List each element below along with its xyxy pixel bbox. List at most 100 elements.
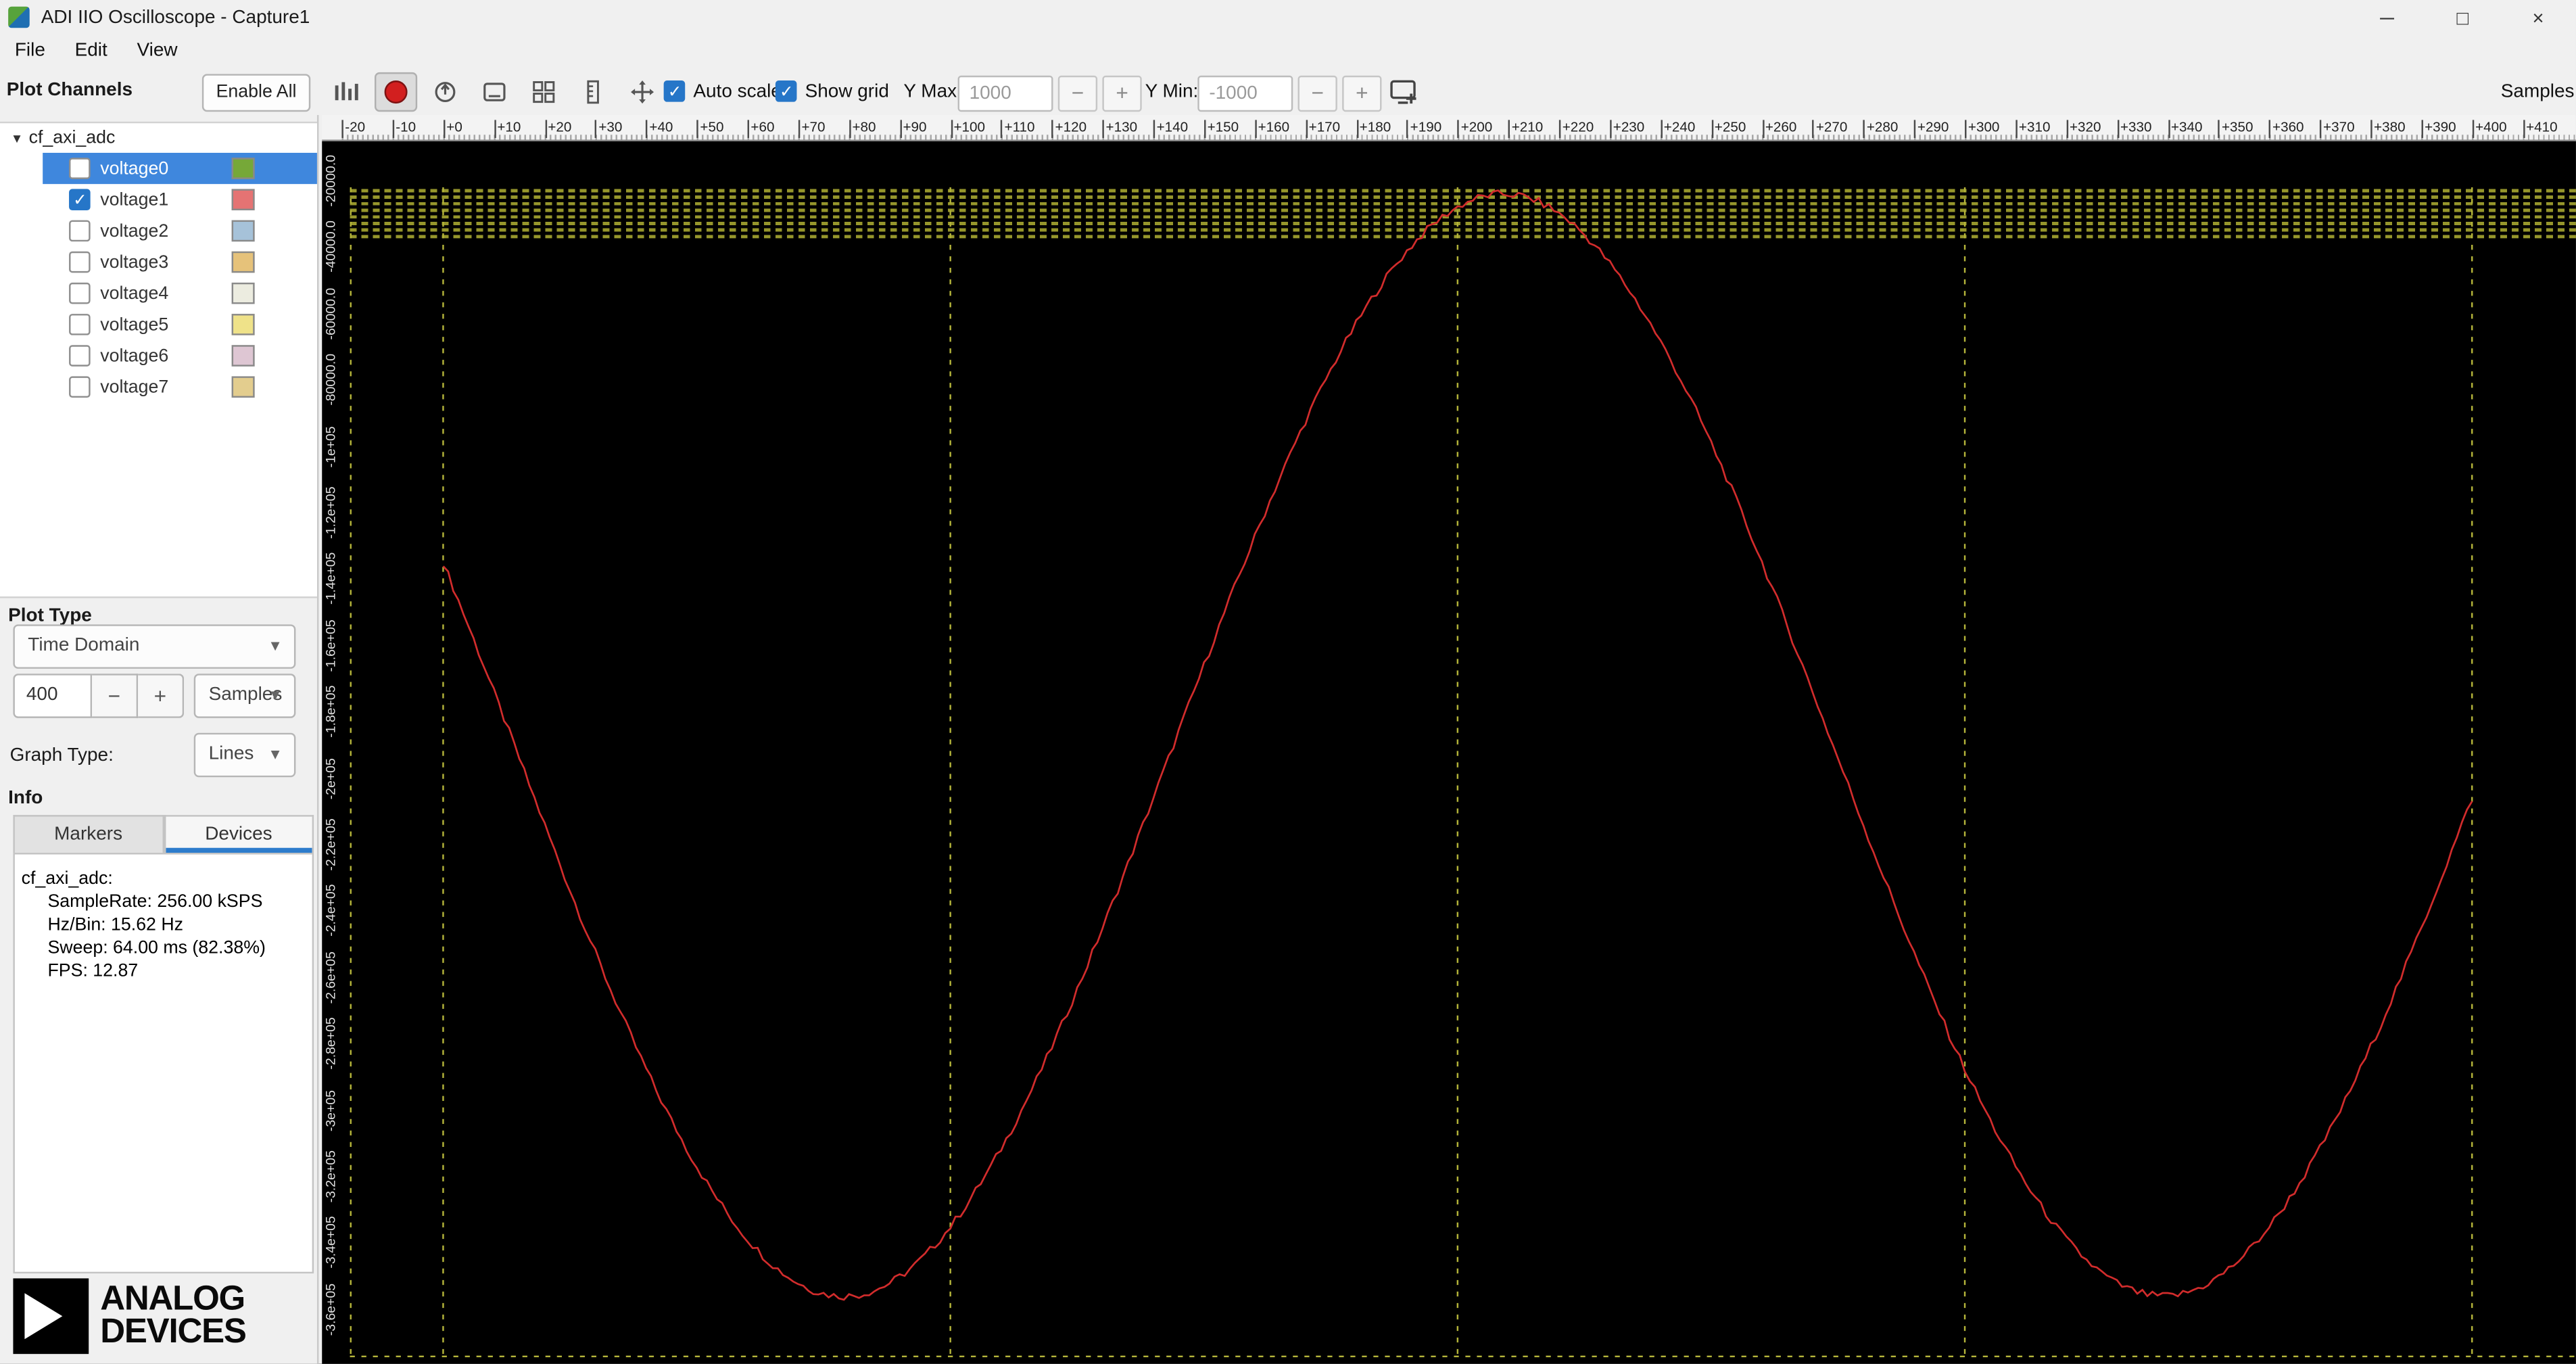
ruler-tick-label: +110	[1004, 118, 1035, 135]
info-line: Sweep: 64.00 ms (82.38%)	[47, 938, 266, 958]
channel-row-voltage0[interactable]: voltage0	[43, 152, 317, 185]
device-tree-row[interactable]: ▾ cf_axi_adc	[0, 123, 317, 153]
ruler-tick	[1254, 120, 1257, 139]
new-plot-button[interactable]	[1383, 72, 1426, 112]
channel-label: voltage0	[100, 158, 169, 179]
channel-label: voltage1	[100, 189, 169, 210]
plot-type-dropdown[interactable]: Time Domain ▼	[13, 624, 296, 669]
menu-item-file[interactable]: File	[0, 34, 60, 69]
info-line: Hz/Bin: 15.62 Hz	[47, 915, 184, 935]
channel-checkbox-voltage3[interactable]	[69, 251, 91, 273]
channel-color-swatch	[231, 314, 255, 335]
ruler-tick-label: +310	[2018, 118, 2051, 135]
ruler-tick-label: +170	[1308, 118, 1341, 135]
ruler-tick	[1711, 120, 1713, 139]
channel-checkbox-voltage5[interactable]	[69, 314, 91, 335]
chevron-down-icon: ▼	[268, 746, 283, 763]
plot-type-label: Plot Type	[8, 606, 92, 626]
ruler-tick	[2370, 120, 2372, 139]
ruler-tick-label: +240	[1663, 118, 1696, 135]
graph-type-value: Lines	[208, 744, 254, 764]
channel-checkbox-voltage4[interactable]	[69, 282, 91, 304]
y-max-decrement-button[interactable]: −	[1057, 75, 1098, 112]
screenshot-button[interactable]	[473, 72, 516, 112]
app-icon	[8, 6, 30, 28]
minimize-button[interactable]: ─	[2350, 0, 2425, 34]
y-axis-tick-label: -1e+05	[323, 425, 339, 467]
channel-checkbox-voltage7[interactable]	[69, 376, 91, 398]
channel-color-swatch	[231, 158, 255, 179]
pan-button[interactable]	[621, 72, 663, 112]
info-line: FPS: 12.87	[47, 961, 139, 981]
channel-checkbox-voltage1[interactable]	[69, 189, 91, 211]
channel-checkbox-voltage2[interactable]	[69, 220, 91, 242]
ruler-tick	[2117, 120, 2119, 139]
ruler-tick	[899, 120, 902, 139]
sample-unit-dropdown[interactable]: Samples ▼	[193, 674, 296, 718]
tab-devices[interactable]: Devices	[163, 815, 314, 853]
ruler-tick-label: +290	[1917, 118, 1949, 135]
y-axis-tick-label: -60000.0	[323, 287, 339, 339]
ruler-tick-label: +380	[2374, 118, 2406, 135]
plot-canvas[interactable]: -20000.0 -40000.0 -60000.0 -80000.0 -1e+05 -1…	[322, 141, 2576, 1364]
y-axis-tick-label: -3.6e+05	[323, 1283, 339, 1336]
ruler-tick	[595, 120, 597, 139]
channel-row-voltage5[interactable]: voltage5	[43, 309, 317, 340]
menu-item-edit[interactable]: Edit	[60, 34, 122, 69]
ruler-tick-label: +250	[1714, 118, 1746, 135]
y-max-increment-button[interactable]: +	[1102, 75, 1142, 112]
channel-levels-button[interactable]	[325, 72, 368, 112]
sample-count-increment-button[interactable]: +	[138, 674, 185, 718]
sample-count-decrement-button[interactable]: −	[92, 674, 139, 718]
ruler-tick-label: +130	[1105, 118, 1138, 135]
y-axis-tick-label: -1.4e+05	[323, 552, 339, 605]
ruler-tick	[2016, 120, 2018, 139]
channel-row-voltage6[interactable]: voltage6	[43, 340, 317, 371]
channel-label: voltage5	[100, 314, 169, 335]
channel-color-swatch	[231, 251, 255, 273]
sample-count-input[interactable]: 400	[13, 674, 93, 718]
auto-scale-checkbox[interactable]	[663, 80, 686, 103]
tile-plots-button[interactable]	[523, 72, 565, 112]
ruler-tick-label: +370	[2323, 118, 2355, 135]
ruler-tick-label: +50	[700, 118, 724, 135]
y-axis-tick-label: -80000.0	[323, 354, 339, 406]
channel-row-voltage1[interactable]: voltage1	[43, 184, 317, 215]
menu-item-view[interactable]: View	[122, 34, 193, 69]
new-plot-icon	[1390, 80, 1416, 104]
y-min-input[interactable]: -1000	[1197, 75, 1293, 112]
show-grid-checkbox[interactable]	[775, 80, 797, 103]
ruler-tick-label: +200	[1460, 118, 1493, 135]
screenshot-icon	[483, 83, 506, 101]
channel-row-voltage2[interactable]: voltage2	[43, 215, 317, 246]
graph-type-dropdown[interactable]: Lines ▼	[193, 732, 296, 778]
ruler-tick	[950, 120, 953, 139]
y-max-input[interactable]: 1000	[957, 75, 1053, 112]
channel-row-voltage7[interactable]: voltage7	[43, 371, 317, 402]
channel-levels-icon	[335, 82, 358, 101]
tab-markers[interactable]: Markers	[13, 815, 164, 853]
enable-all-button[interactable]: Enable All	[201, 74, 311, 112]
ruler-tick-label: +0	[446, 118, 462, 135]
y-min-decrement-button[interactable]: −	[1297, 75, 1337, 112]
tree-expander-icon[interactable]: ▾	[13, 129, 20, 147]
ruler-tick	[1761, 120, 1764, 139]
ruler-tick	[1965, 120, 1967, 139]
y-min-increment-button[interactable]: +	[1342, 75, 1382, 112]
single-capture-icon	[435, 82, 456, 103]
close-button[interactable]: ×	[2500, 0, 2576, 34]
channel-row-voltage4[interactable]: voltage4	[43, 278, 317, 309]
ruler-tick	[1558, 120, 1561, 139]
channel-checkbox-voltage6[interactable]	[69, 345, 91, 367]
single-capture-button[interactable]	[424, 72, 467, 112]
maximize-button[interactable]: □	[2425, 0, 2500, 34]
channel-checkbox-voltage0[interactable]	[69, 158, 91, 179]
channel-row-voltage3[interactable]: voltage3	[43, 246, 317, 277]
measurements-button[interactable]	[572, 72, 615, 112]
ruler-tick	[747, 120, 749, 139]
chevron-down-icon: ▼	[268, 637, 283, 655]
ruler-tick	[1812, 120, 1815, 139]
record-button[interactable]	[374, 72, 418, 112]
ruler-tick	[1457, 120, 1460, 139]
y-axis-tick-label: -2.2e+05	[323, 818, 339, 871]
